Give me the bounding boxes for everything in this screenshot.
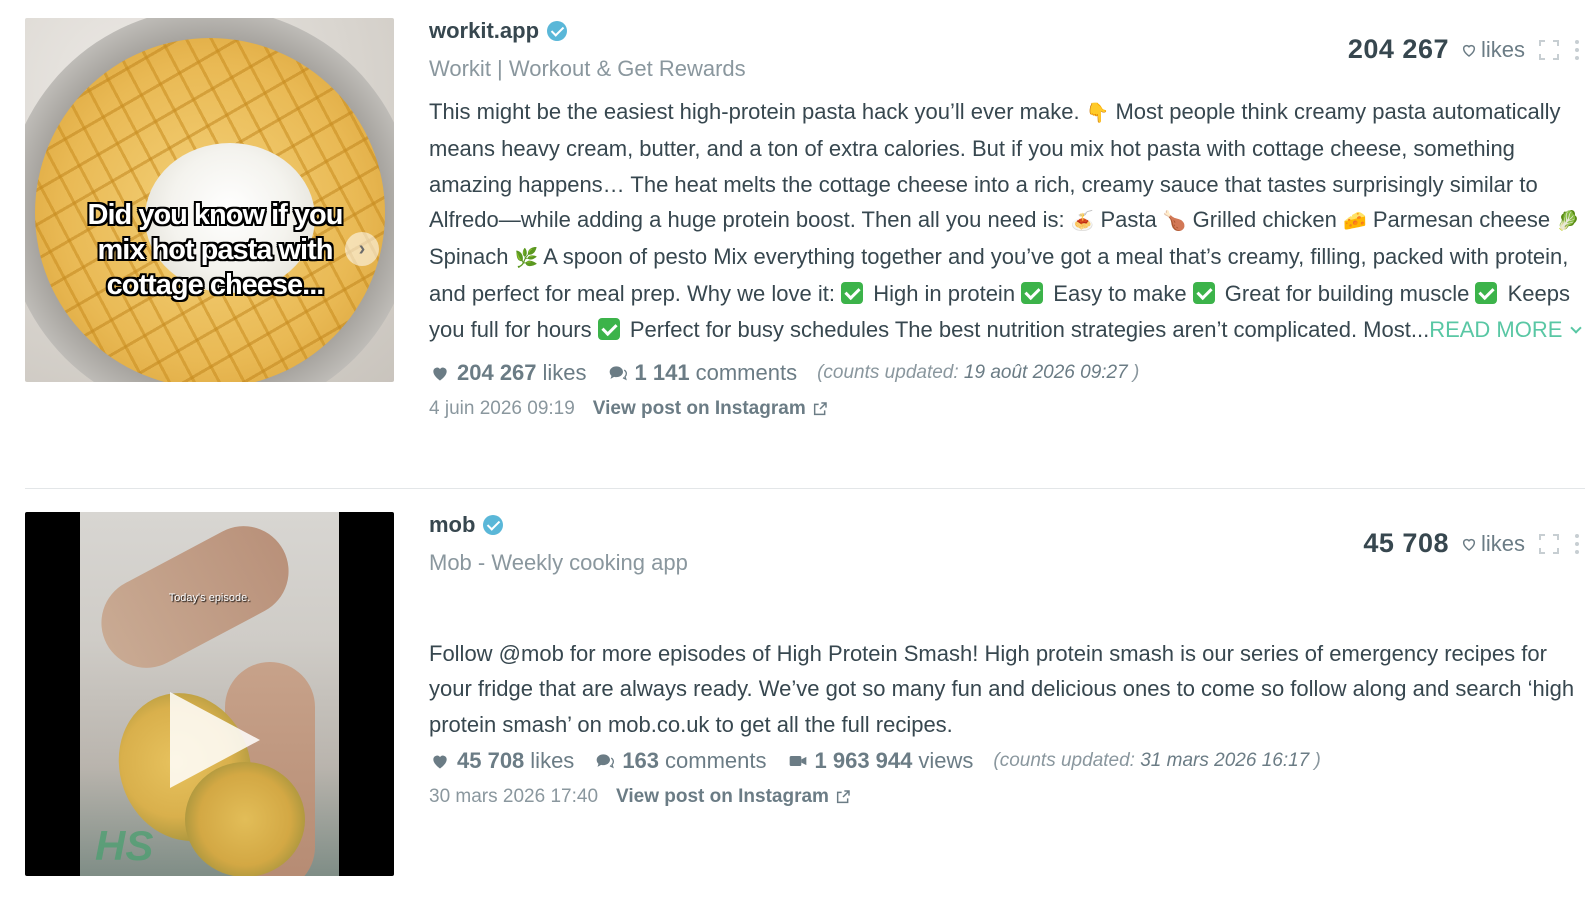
view-on-instagram-link[interactable]: View post on Instagram: [616, 786, 851, 808]
spaghetti-emoji: 🍝: [1070, 209, 1095, 232]
post-card: Did you know if you mix hot pasta with c…: [25, 18, 1585, 488]
post-caption: Follow @mob for more episodes of High Pr…: [429, 641, 1575, 737]
comments-count: 1 141: [634, 360, 690, 386]
more-vertical-icon[interactable]: [1573, 532, 1581, 556]
engagement-stats: 204 267 likes 1 141 comments (counts upd…: [429, 360, 1585, 386]
counts-updated-date: 31 mars 2026 16:17: [1140, 749, 1310, 771]
post-meta: 30 mars 2026 17:40 View post on Instagra…: [429, 786, 1585, 808]
caption-text: Easy to make: [1047, 281, 1193, 307]
views-count: 1 963 944: [814, 747, 913, 773]
check-icon: [1192, 282, 1215, 305]
top-likes-count: 204 267: [1347, 34, 1449, 64]
view-on-instagram-label: View post on Instagram: [592, 398, 806, 420]
likes-stat: 45 708 likes: [429, 748, 574, 774]
counts-updated-prefix: (counts updated:: [993, 749, 1141, 771]
heart-icon: [433, 367, 447, 381]
top-likes-stats: 45 708 likes: [1363, 528, 1581, 559]
herb-emoji: 🌿: [514, 247, 539, 270]
comment-icon: [596, 754, 615, 769]
likes-count: 45 708: [457, 747, 525, 773]
caption-text: Great for building muscle: [1218, 281, 1476, 307]
view-on-instagram-label: View post on Instagram: [616, 785, 829, 807]
caption-text: Spinach: [429, 244, 515, 270]
check-icon: [841, 282, 864, 305]
post-date: 4 juin 2026 09:19: [429, 398, 575, 420]
comments-count: 163: [622, 747, 660, 773]
play-icon[interactable]: [170, 692, 260, 788]
post-thumbnail[interactable]: HS Today's episode.: [25, 512, 394, 876]
external-link-icon: [836, 790, 850, 803]
likes-label: likes: [530, 747, 575, 773]
thumbnail-overlay-text: Did you know if you mix hot pasta with c…: [87, 199, 344, 301]
external-link-icon: [813, 402, 827, 416]
check-icon: [1021, 282, 1044, 305]
chevron-right-icon: ›: [358, 238, 366, 260]
caption-text: This might be the easiest high-protein p…: [429, 99, 1086, 124]
engagement-stats: 45 708 likes 163 comments 1 963 944 view…: [429, 748, 1585, 774]
cheese-emoji: 🧀: [1343, 209, 1367, 232]
counts-updated: (counts updated: 19 août 2026 09:27 ): [817, 362, 1139, 384]
check-icon: [597, 317, 620, 340]
likes-count: 204 267: [457, 360, 537, 386]
video-icon: [789, 755, 806, 766]
views-stat: 1 963 944 views: [787, 747, 974, 774]
leafy-green-emoji: 🥬: [1556, 209, 1580, 232]
expand-icon[interactable]: [1539, 39, 1559, 60]
thumbnail-watermark: HS: [95, 822, 154, 869]
check-icon: [1475, 282, 1498, 305]
view-on-instagram-link[interactable]: View post on Instagram: [593, 398, 828, 420]
counts-updated: (counts updated: 31 mars 2026 16:17 ): [993, 750, 1320, 772]
post-meta: 4 juin 2026 09:19 View post on Instagram: [429, 398, 1585, 420]
author-username[interactable]: mob: [429, 512, 475, 538]
comments-stat: 1 141 comments: [607, 360, 798, 386]
top-likes-label: likes: [1461, 37, 1525, 63]
likes-label: likes: [542, 360, 587, 386]
comments-label: comments: [665, 747, 767, 773]
drumstick-emoji: 🍗: [1162, 209, 1187, 232]
caption-text: Pasta: [1094, 206, 1163, 232]
author-username[interactable]: workit.app: [429, 18, 539, 44]
carousel-next-button[interactable]: ›: [345, 232, 379, 266]
post-content: mob Mob - Weekly cooking app 45 708 like…: [429, 512, 1585, 808]
caption-text: High in protein: [867, 281, 1022, 307]
likes-stat: 204 267 likes: [429, 360, 587, 386]
counts-updated-date: 19 août 2026 09:27: [963, 362, 1128, 384]
verified-icon: [483, 515, 504, 535]
post-thumbnail[interactable]: Did you know if you mix hot pasta with c…: [25, 18, 394, 382]
read-more-link[interactable]: READ MORE: [1429, 316, 1583, 342]
top-likes-label: likes: [1461, 531, 1525, 557]
heart-outline-icon: [1462, 44, 1476, 57]
pointing-down-emoji: 👇: [1085, 102, 1110, 124]
counts-updated-suffix: ): [1309, 749, 1321, 771]
chevron-down-icon: [1570, 322, 1583, 334]
post-card: HS Today's episode. mob Mob - Weekly coo…: [25, 512, 1585, 906]
caption-text: Parmesan cheese: [1366, 206, 1557, 232]
top-likes-stats: 204 267 likes: [1348, 34, 1581, 65]
verified-icon: [547, 21, 568, 41]
counts-updated-prefix: (counts updated:: [817, 362, 964, 384]
more-vertical-icon[interactable]: [1573, 38, 1581, 62]
post-content: workit.app Workit | Workout & Get Reward…: [429, 18, 1585, 420]
expand-icon[interactable]: [1539, 533, 1559, 554]
top-likes-text: likes: [1480, 530, 1525, 556]
top-likes-text: likes: [1480, 36, 1525, 62]
comments-label: comments: [695, 360, 798, 386]
comments-stat: 163 comments: [594, 747, 767, 774]
views-label: views: [918, 747, 974, 773]
read-more-label: READ MORE: [1429, 316, 1563, 342]
post-caption: This might be the easiest high-protein p…: [429, 94, 1585, 347]
post-date: 30 mars 2026 17:40: [429, 785, 599, 807]
post-divider: [25, 488, 1585, 489]
comment-icon: [609, 366, 627, 381]
heart-outline-icon: [1462, 538, 1476, 551]
thumbnail-caption: Today's episode.: [168, 592, 251, 604]
caption-text: Grilled chicken: [1186, 206, 1344, 232]
caption-text: Perfect for busy schedules The best nutr…: [623, 316, 1430, 342]
heart-icon: [433, 755, 447, 769]
top-likes-count: 45 708: [1363, 528, 1449, 558]
counts-updated-suffix: ): [1127, 362, 1140, 384]
